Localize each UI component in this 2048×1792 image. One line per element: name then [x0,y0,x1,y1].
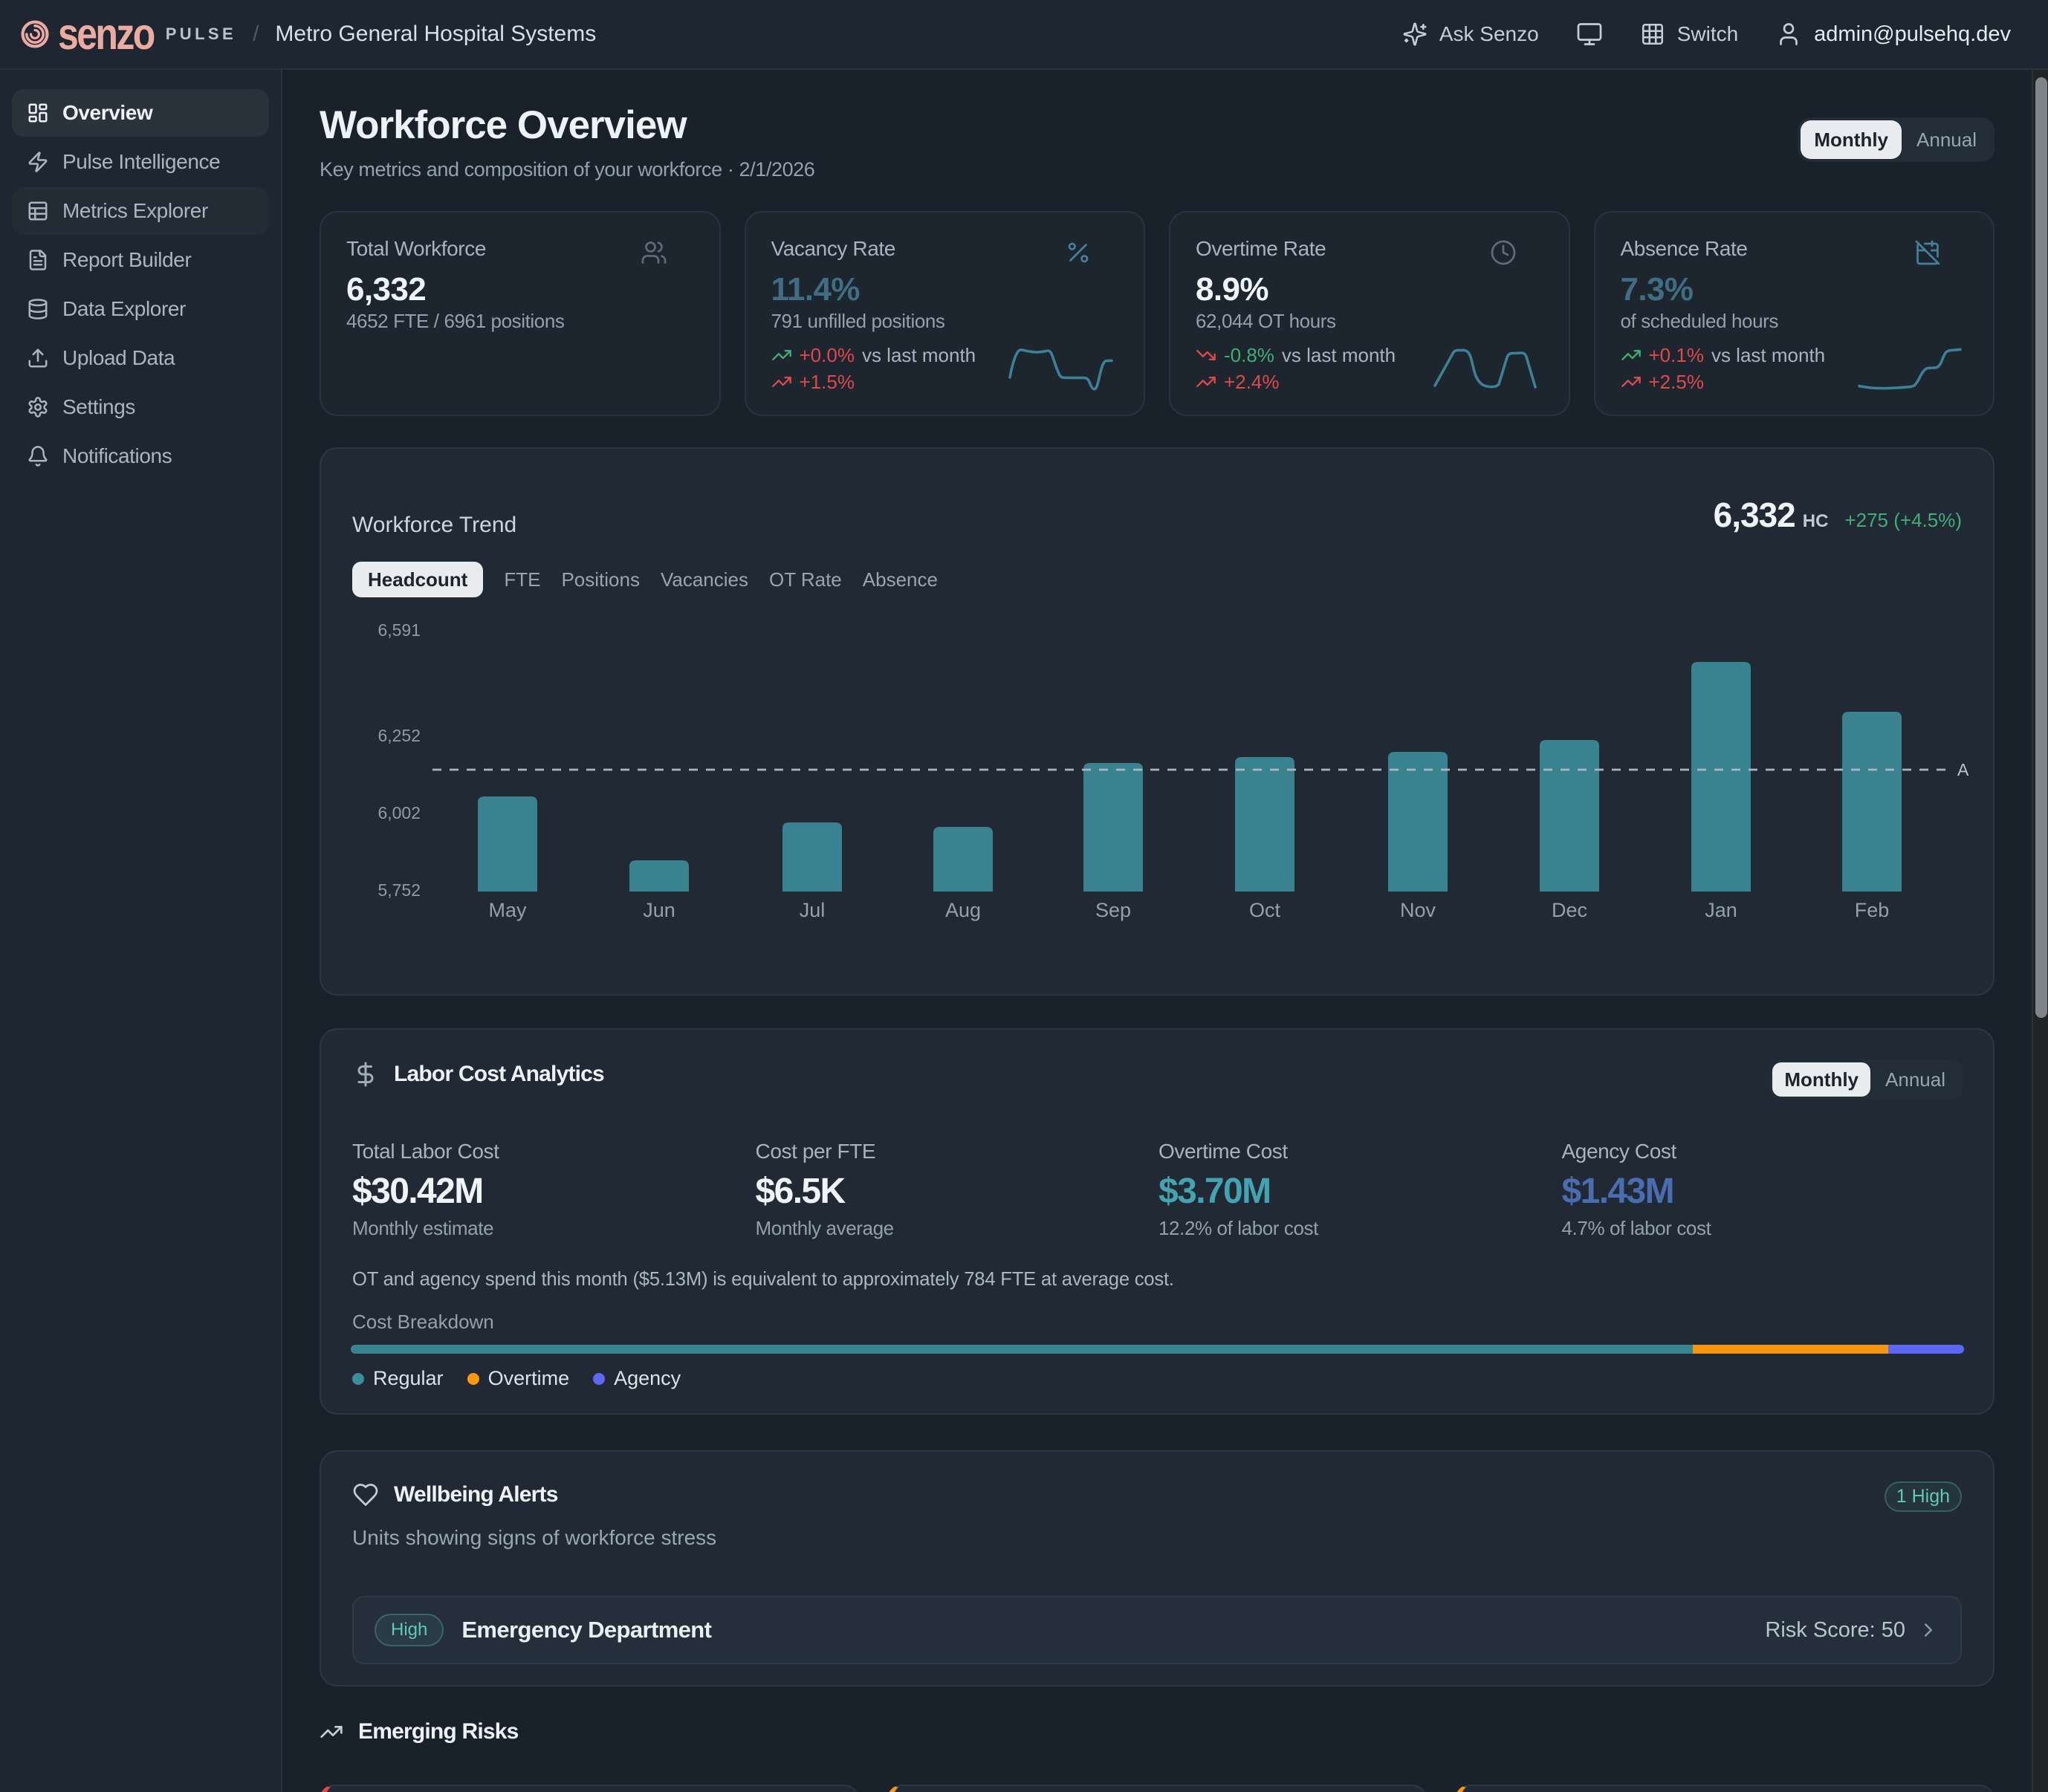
svg-text:May: May [488,899,527,921]
svg-text:Aug: Aug [945,899,981,921]
svg-text:Jan: Jan [1705,899,1737,921]
svg-text:Nov: Nov [1400,899,1436,921]
svg-text:Jul: Jul [800,899,826,921]
svg-text:5,752: 5,752 [377,880,421,900]
svg-text:Dec: Dec [1552,899,1587,921]
svg-text:Jun: Jun [643,899,675,921]
svg-text:6,252: 6,252 [377,726,421,745]
svg-text:Sep: Sep [1095,899,1131,921]
svg-text:Feb: Feb [1855,899,1890,921]
svg-text:6,591: 6,591 [377,620,421,640]
svg-text:A: A [1957,760,1969,779]
svg-text:Oct: Oct [1249,899,1281,921]
svg-text:6,002: 6,002 [377,803,421,822]
